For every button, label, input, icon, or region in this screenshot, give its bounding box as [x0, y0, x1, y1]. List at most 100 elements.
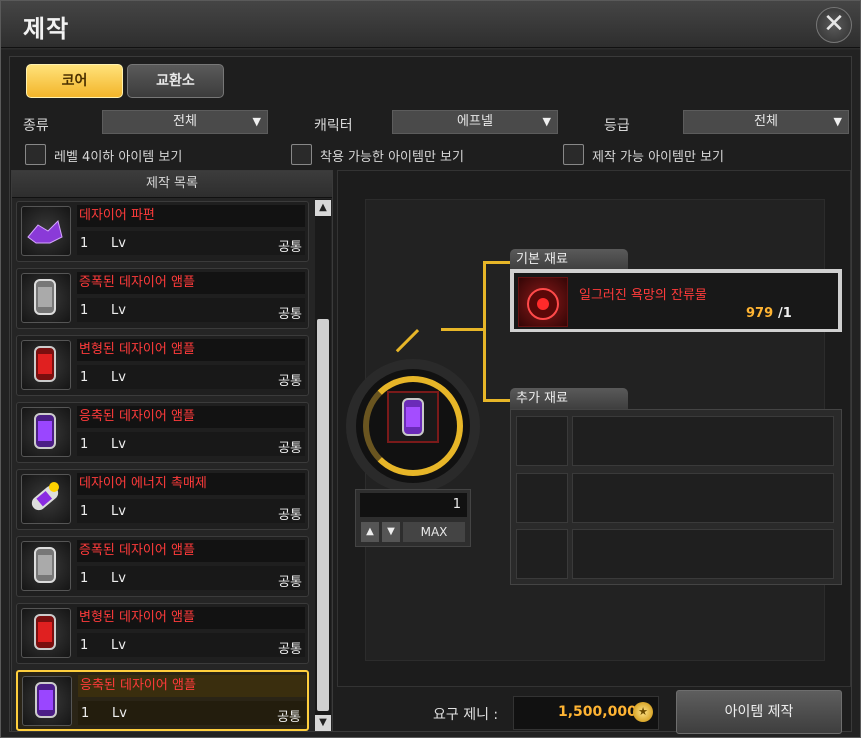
tab-exchange[interactable]: 교환소 — [127, 64, 224, 98]
craft-list-item[interactable]: 변형된 데자이어 앰플 1 Lv 공통 — [16, 603, 309, 664]
craft-list-item[interactable]: 변형된 데자이어 앰플 1 Lv 공통 — [16, 335, 309, 396]
grade-filter-value: 전체 — [754, 114, 778, 129]
purple-ampoule-icon — [21, 407, 71, 457]
checkbox-label: 착용 가능한 아이템만 보기 — [320, 150, 464, 165]
scroll-up-button[interactable]: ▲ — [315, 200, 331, 216]
type-filter-label: 종류 — [23, 118, 49, 134]
checkbox-box[interactable] — [25, 144, 46, 165]
craft-item-name: 증폭된 데자이어 앰플 — [77, 540, 305, 562]
zeny-value: 1,500,000 — [558, 704, 637, 720]
craft-item-lv-label: Lv — [111, 504, 126, 519]
zeny-label: 요구 제니 : — [433, 707, 499, 723]
chevron-down-icon: ▼ — [252, 115, 261, 128]
craft-item-level: 1 — [81, 706, 90, 721]
title-bar[interactable]: 제작 ✕ — [1, 1, 860, 48]
scroll-down-button[interactable]: ▼ — [315, 715, 331, 731]
craft-list-header: 제작 목록 — [12, 171, 332, 198]
window-title: 제작 — [23, 15, 70, 43]
craft-item-lv-label: Lv — [111, 571, 126, 586]
checkbox-box[interactable] — [563, 144, 584, 165]
extra-material-slot — [572, 473, 834, 523]
craft-item-name: 응축된 데자이어 앰플 — [78, 675, 306, 697]
craft-item-class: 공통 — [278, 307, 302, 322]
basic-materials-header: 기본 재료 — [510, 249, 628, 271]
craft-item-name: 데자이어 파편 — [77, 205, 305, 227]
craft-item-level: 1 — [80, 437, 89, 452]
craft-item-name: 데자이어 에너지 촉매제 — [77, 473, 305, 495]
red-ampoule-icon — [21, 608, 71, 658]
connector-line — [483, 261, 511, 264]
crafting-window: 제작 ✕ 코어 교환소 종류 전체 ▼ 캐릭터 에프넬 ▼ 등급 전체 ▼ 레벨… — [0, 0, 861, 738]
character-filter-value: 에프넬 — [457, 114, 493, 129]
purple-ampoule-icon[interactable] — [387, 391, 439, 443]
craft-item-button[interactable]: 아이템 제작 — [676, 690, 842, 734]
catalyst-icon — [21, 474, 71, 524]
craft-item-lv-label: Lv — [111, 437, 126, 452]
checkbox-box[interactable] — [291, 144, 312, 165]
zeny-coin-icon: ★ — [633, 702, 653, 722]
quantity-down-button[interactable]: ▼ — [382, 522, 400, 542]
extra-material-slot-icon — [516, 416, 568, 466]
chevron-down-icon: ▼ — [833, 115, 842, 128]
craft-item-level: 1 — [80, 236, 89, 251]
connector-line — [441, 328, 485, 331]
craft-item-level: 1 — [80, 303, 89, 318]
silver-ampoule-icon — [21, 541, 71, 591]
craft-item-name: 증폭된 데자이어 앰플 — [77, 272, 305, 294]
craft-item-class: 공통 — [278, 508, 302, 523]
craft-item-name: 응축된 데자이어 앰플 — [77, 406, 305, 428]
craft-item-lv-label: Lv — [111, 303, 126, 318]
craft-item-lv-label: Lv — [111, 236, 126, 251]
checkbox-label: 제작 가능 아이템만 보기 — [592, 150, 724, 165]
craft-item-name: 변형된 데자이어 앰플 — [77, 339, 305, 361]
silver-ampoule-icon — [21, 273, 71, 323]
craft-item-class: 공통 — [278, 441, 302, 456]
red-ampoule-icon — [21, 340, 71, 390]
extra-material-slot — [572, 416, 834, 466]
quantity-input[interactable]: 1 — [360, 493, 467, 517]
craft-item-class: 공통 — [278, 240, 302, 255]
distorted-desire-residue-icon[interactable] — [518, 277, 568, 327]
quantity-up-button[interactable]: ▲ — [361, 522, 379, 542]
craft-item-level: 1 — [80, 638, 89, 653]
craft-list-item[interactable]: 데자이어 에너지 촉매제 1 Lv 공통 — [16, 469, 309, 530]
character-filter-label: 캐릭터 — [314, 118, 353, 134]
purple-shard-icon — [21, 206, 71, 256]
craft-list-item[interactable]: 증폭된 데자이어 앰플 1 Lv 공통 — [16, 536, 309, 597]
craft-item-name: 변형된 데자이어 앰플 — [77, 607, 305, 629]
craft-item-level: 1 — [80, 571, 89, 586]
close-icon: ✕ — [823, 9, 845, 39]
type-filter-select[interactable]: 전체 ▼ — [102, 110, 268, 134]
max-button[interactable]: MAX — [403, 522, 465, 542]
craft-item-level: 1 — [80, 504, 89, 519]
extra-material-slot — [572, 529, 834, 579]
character-filter-select[interactable]: 에프넬 ▼ — [392, 110, 558, 134]
extra-material-slot-icon — [516, 529, 568, 579]
grade-filter-select[interactable]: 전체 ▼ — [683, 110, 849, 134]
craft-item-class: 공통 — [278, 575, 302, 590]
connector-line — [483, 261, 486, 401]
basic-material-have: 979 — [746, 306, 774, 321]
basic-material-name: 일그러진 욕망의 잔류물 — [579, 288, 707, 303]
scrollbar-thumb[interactable] — [317, 319, 329, 711]
type-filter-value: 전체 — [173, 114, 197, 129]
basic-material-need: /1 — [778, 306, 792, 321]
craft-list-item[interactable]: 응축된 데자이어 앰플 1 Lv 공통 — [16, 402, 309, 463]
grade-filter-label: 등급 — [604, 118, 630, 134]
craft-list-item[interactable]: 증폭된 데자이어 앰플 1 Lv 공통 — [16, 268, 309, 329]
craft-item-level: 1 — [80, 370, 89, 385]
chevron-down-icon: ▼ — [542, 115, 551, 128]
craft-item-class: 공통 — [278, 642, 302, 657]
close-button[interactable]: ✕ — [816, 7, 852, 43]
craft-item-lv-label: Lv — [112, 706, 127, 721]
craft-item-lv-label: Lv — [111, 370, 126, 385]
extra-material-slot-icon — [516, 473, 568, 523]
checkbox-label: 레벨 4이하 아이템 보기 — [54, 150, 183, 165]
purple-ampoule-icon — [22, 676, 72, 726]
craft-item-class: 공통 — [277, 710, 301, 725]
connector-line — [483, 399, 511, 402]
craft-list-item[interactable]: 응축된 데자이어 앰플 1 Lv 공통 — [16, 670, 309, 731]
tab-core[interactable]: 코어 — [26, 64, 123, 98]
craft-list-item[interactable]: 데자이어 파편 1 Lv 공통 — [16, 201, 309, 262]
extra-materials-header: 추가 재료 — [510, 388, 628, 410]
